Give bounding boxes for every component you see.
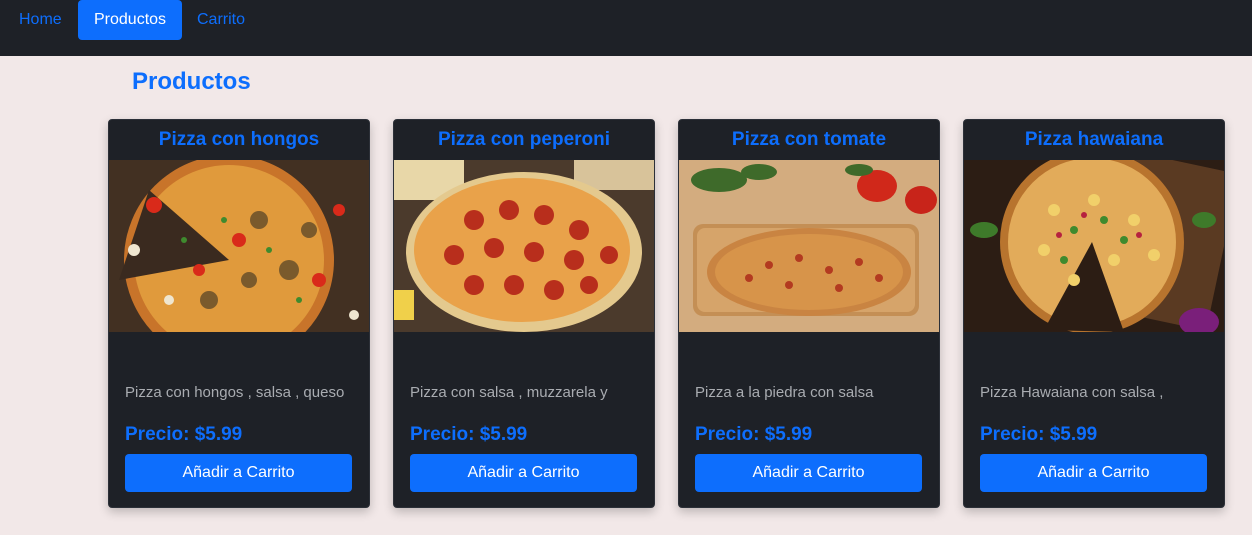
add-to-cart-button[interactable]: Añadir a Carrito xyxy=(410,454,637,492)
add-to-cart-button[interactable]: Añadir a Carrito xyxy=(980,454,1207,492)
product-card-hongos: Pizza con hongos Pizza con hongos , sals… xyxy=(108,119,370,508)
product-description: Pizza a la piedra con salsa xyxy=(695,384,874,401)
product-card-peperoni: Pizza con peperoni Pizza con salsa , muz… xyxy=(393,119,655,508)
nav-link-home[interactable]: Home xyxy=(19,0,62,40)
add-to-cart-button[interactable]: Añadir a Carrito xyxy=(695,454,922,492)
product-price: Precio: $5.99 xyxy=(695,424,813,445)
navbar: Home Productos Carrito xyxy=(0,0,1252,56)
page-title: Productos xyxy=(132,68,251,95)
nav-link-carrito[interactable]: Carrito xyxy=(197,0,245,40)
product-title: Pizza hawaiana xyxy=(1024,129,1164,150)
pizza-hawaiana-image xyxy=(964,160,1224,332)
nav-link-productos[interactable]: Productos xyxy=(78,0,183,40)
product-description: Pizza con hongos , salsa , queso xyxy=(125,384,345,401)
add-to-cart-button[interactable]: Añadir a Carrito xyxy=(125,454,352,492)
product-price: Precio: $5.99 xyxy=(980,424,1098,445)
pizza-tomate-image xyxy=(679,160,939,332)
product-title: Pizza con peperoni xyxy=(437,129,611,150)
product-price: Precio: $5.99 xyxy=(410,424,528,445)
product-title: Pizza con hongos xyxy=(158,129,320,150)
product-description: Pizza Hawaiana con salsa , xyxy=(980,384,1164,401)
pizza-hongos-image xyxy=(109,160,369,332)
product-title: Pizza con tomate xyxy=(731,129,887,150)
pizza-peperoni-image xyxy=(394,160,654,332)
product-description: Pizza con salsa , muzzarela y xyxy=(410,384,608,401)
product-card-hawaiana: Pizza hawaiana Pizza Hawaiana con salsa … xyxy=(963,119,1225,508)
product-price: Precio: $5.99 xyxy=(125,424,243,445)
product-card-tomate: Pizza con tomate Pizza a la piedra con s… xyxy=(678,119,940,508)
